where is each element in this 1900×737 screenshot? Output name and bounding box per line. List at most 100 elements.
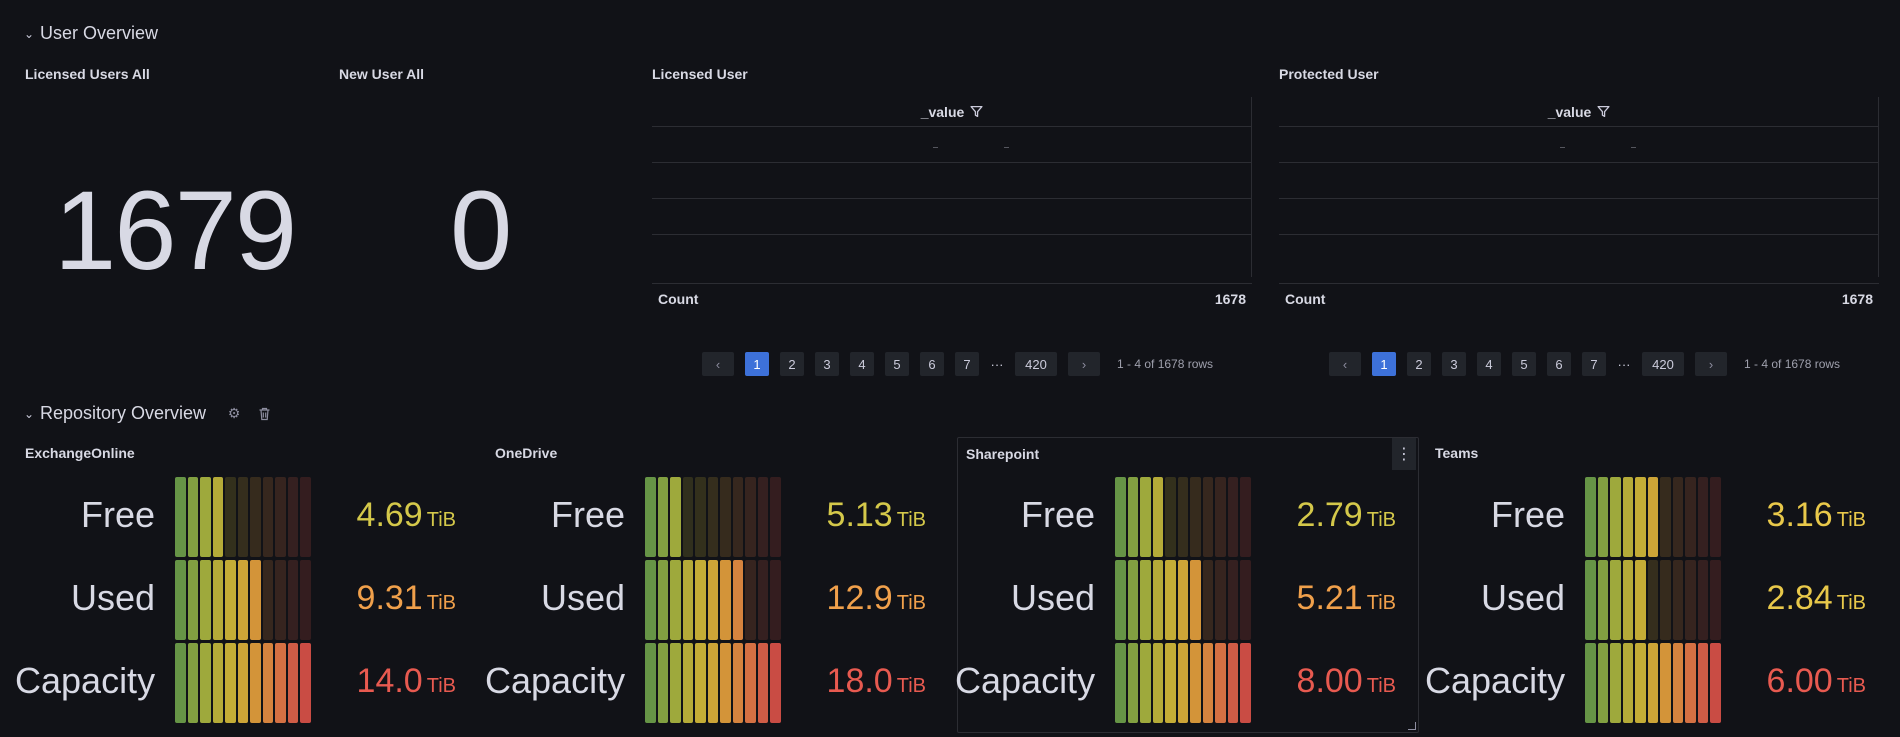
- row-title: User Overview: [40, 23, 159, 43]
- gauge-bar: [175, 560, 311, 640]
- panel-title: OneDrive: [495, 445, 558, 461]
- row-user-overview[interactable]: ⌄ User Overview: [24, 23, 158, 44]
- gauge-segment: [657, 560, 668, 640]
- gauge-segment: [200, 643, 211, 723]
- page-button-last[interactable]: 420: [1015, 352, 1057, 376]
- gauge-segment: [175, 643, 186, 723]
- gauge-value: 18.0 TiB: [826, 662, 926, 700]
- panel-title-licensed-user: Licensed User: [652, 66, 748, 82]
- gauge-segment: [200, 560, 211, 640]
- column-header[interactable]: _value: [1548, 104, 1592, 120]
- table-row: [652, 163, 1252, 199]
- pagination-summary: 1 - 4 of 1678 rows: [1117, 357, 1214, 371]
- table-footer: Count 1678: [1279, 283, 1879, 313]
- next-page-button[interactable]: ›: [1695, 352, 1727, 376]
- prev-page-button[interactable]: ‹: [702, 352, 734, 376]
- panel-title-protected-user: Protected User: [1279, 66, 1379, 82]
- filter-icon[interactable]: [1597, 105, 1610, 118]
- gauge-label: Free: [1490, 494, 1565, 535]
- page-button[interactable]: 6: [920, 352, 944, 376]
- column-header[interactable]: _value: [921, 104, 965, 120]
- table-header[interactable]: _value: [1279, 97, 1879, 127]
- gear-icon[interactable]: ⚙: [226, 405, 242, 422]
- page-button[interactable]: 6: [1547, 352, 1571, 376]
- gauge-segment: [1190, 477, 1201, 557]
- table-row: [652, 127, 1252, 163]
- gauge-segment: [1152, 477, 1163, 557]
- gauge-segment: [212, 643, 223, 723]
- gauge-segment: [757, 477, 768, 557]
- chevron-down-icon: ⌄: [24, 26, 35, 41]
- gauge-segment: [770, 643, 781, 723]
- table-row: [1279, 199, 1879, 235]
- gauge-segment: [275, 643, 286, 723]
- gauge-segment: [250, 643, 261, 723]
- gauge-segment: [262, 560, 273, 640]
- gauge-label: Used: [1010, 577, 1095, 618]
- gauge-label: Free: [1020, 494, 1095, 535]
- gauge-segment: [707, 477, 718, 557]
- gauge-segment: [262, 477, 273, 557]
- page-button[interactable]: 4: [850, 352, 874, 376]
- table-scrollbar[interactable]: [1251, 97, 1252, 277]
- gauge-segment: [287, 643, 298, 723]
- gauge-segment: [1165, 560, 1176, 640]
- page-button[interactable]: 4: [1477, 352, 1501, 376]
- page-button[interactable]: 3: [815, 352, 839, 376]
- gauge-segment: [1215, 560, 1226, 640]
- gauge-value: 2.84 TiB: [1766, 579, 1866, 617]
- gauge-segment: [300, 643, 311, 723]
- gauge-segment: [1610, 643, 1621, 723]
- panel-menu-button[interactable]: ⋮: [1392, 438, 1416, 470]
- gauge-bar: [1115, 643, 1251, 723]
- panel-title-licensed-users-all: Licensed Users All: [25, 66, 150, 82]
- filter-icon[interactable]: [970, 105, 983, 118]
- gauge-segment: [287, 477, 298, 557]
- page-button[interactable]: 3: [1442, 352, 1466, 376]
- page-ellipsis: ···: [1617, 356, 1631, 372]
- prev-page-button[interactable]: ‹: [1329, 352, 1361, 376]
- trash-icon[interactable]: [256, 406, 272, 422]
- page-button[interactable]: 2: [1407, 352, 1431, 376]
- gauge-bar: [645, 477, 781, 557]
- page-button[interactable]: 1: [745, 352, 769, 376]
- gauge-segment: [1202, 477, 1213, 557]
- gauge-segment: [225, 643, 236, 723]
- gauge-segment: [732, 477, 743, 557]
- gauge-segment: [1597, 477, 1608, 557]
- page-button[interactable]: 7: [955, 352, 979, 376]
- table-header[interactable]: _value: [652, 97, 1252, 127]
- gauge-segment: [757, 643, 768, 723]
- resize-handle[interactable]: [1408, 722, 1416, 730]
- gauge-segment: [682, 560, 693, 640]
- page-button[interactable]: 5: [885, 352, 909, 376]
- gauge-segment: [1227, 477, 1238, 557]
- gauge-segment: [1140, 477, 1151, 557]
- gauge-segment: [1710, 643, 1721, 723]
- gauge-segment: [657, 643, 668, 723]
- gauge-bar: [1115, 477, 1251, 557]
- page-button-last[interactable]: 420: [1642, 352, 1684, 376]
- page-button[interactable]: 2: [780, 352, 804, 376]
- gauge-bar: [1585, 560, 1721, 640]
- gauge-segment: [1610, 477, 1621, 557]
- gauge-segment: [225, 477, 236, 557]
- page-button[interactable]: 1: [1372, 352, 1396, 376]
- gauge-segment: [1647, 560, 1658, 640]
- table-scrollbar[interactable]: [1878, 97, 1879, 277]
- page-button[interactable]: 7: [1582, 352, 1606, 376]
- gauge-segment: [1647, 477, 1658, 557]
- gauge-segment: [720, 643, 731, 723]
- gauge-value: 12.9 TiB: [826, 579, 926, 617]
- row-repository-overview[interactable]: ⌄ Repository Overview ⚙: [24, 403, 272, 424]
- gauge-segment: [1215, 477, 1226, 557]
- gauge-segment: [262, 643, 273, 723]
- gauge-bar: [175, 643, 311, 723]
- gauge-segment: [1240, 560, 1251, 640]
- gauge-segment: [1127, 643, 1138, 723]
- next-page-button[interactable]: ›: [1068, 352, 1100, 376]
- gauge-value: 5.13 TiB: [826, 496, 926, 534]
- gauge-value: 6.00 TiB: [1766, 662, 1866, 700]
- page-button[interactable]: 5: [1512, 352, 1536, 376]
- panel-title: Sharepoint: [966, 446, 1040, 462]
